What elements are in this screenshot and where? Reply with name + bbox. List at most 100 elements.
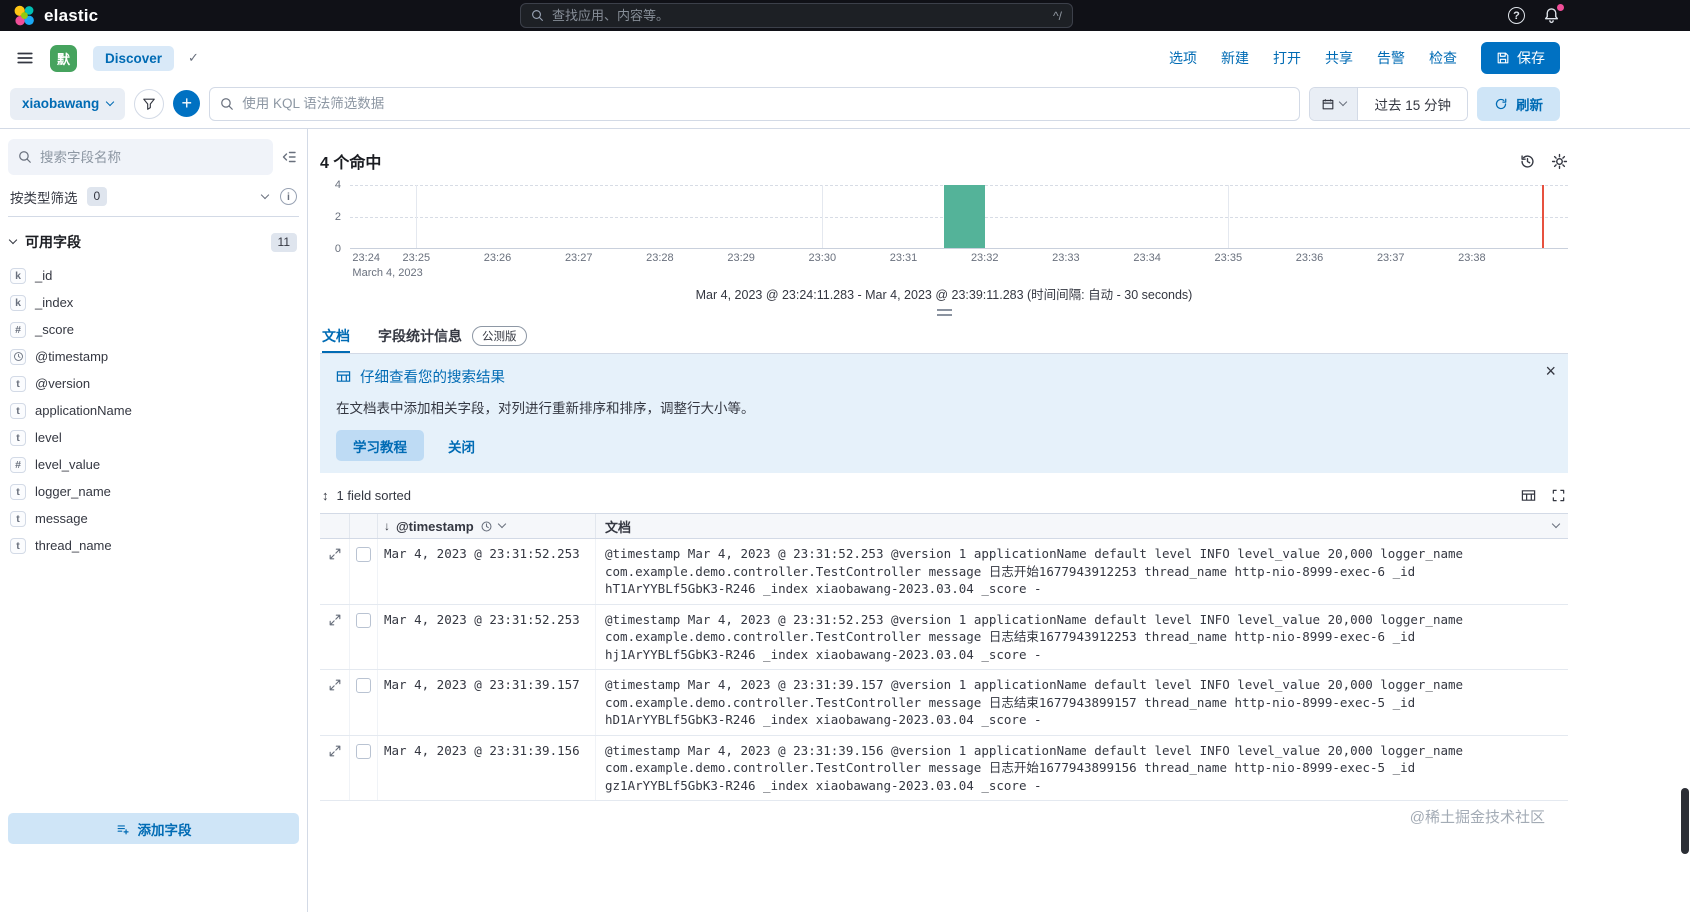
column-header-document[interactable]: 文档	[596, 514, 1568, 538]
tutorial-button[interactable]: 学习教程	[336, 430, 424, 461]
space-avatar[interactable]: 默	[50, 45, 77, 72]
info-icon[interactable]: i	[280, 188, 297, 205]
chart-options-gear-icon[interactable]	[1551, 153, 1568, 170]
document-cell: @timestamp Mar 4, 2023 @ 23:31:39.156 @v…	[596, 736, 1568, 801]
field-type-number-icon: #	[10, 322, 26, 338]
doc-field-value: Mar 4, 2023 @ 23:31:39.157	[688, 677, 884, 692]
refresh-button[interactable]: 刷新	[1477, 87, 1560, 121]
expand-row-icon[interactable]	[328, 613, 342, 670]
nav-action[interactable]: 共享	[1325, 48, 1353, 68]
help-icon[interactable]: ?	[1508, 7, 1525, 24]
sidebar-field[interactable]: tapplicationName	[8, 397, 299, 424]
field-name: _id	[35, 268, 52, 283]
sidebar-field[interactable]: @timestamp	[8, 343, 299, 370]
doc-field-name: thread_name	[1144, 695, 1227, 710]
history-icon[interactable]	[1519, 153, 1536, 170]
breadcrumb-discover[interactable]: Discover	[93, 46, 174, 71]
row-checkbox[interactable]	[356, 613, 371, 628]
sorted-fields-button[interactable]: ↕ 1 field sorted	[322, 488, 411, 503]
doc-field-value: INFO	[1200, 546, 1230, 561]
doc-field-name: _index	[763, 647, 808, 662]
doc-field-value: hD1ArYYBLf5GbK3-R246	[605, 712, 756, 727]
x-axis-tick-label: 23:33	[1052, 252, 1080, 264]
display-options-icon[interactable]	[1521, 488, 1536, 503]
chevron-down-icon	[9, 236, 17, 244]
sidebar-field[interactable]: t@version	[8, 370, 299, 397]
sidebar-field[interactable]: k_index	[8, 289, 299, 316]
field-search-input[interactable]	[40, 139, 263, 175]
add-field-button[interactable]: 添加字段	[8, 813, 299, 844]
x-axis-tick-label: 23:28	[646, 252, 674, 264]
chevron-down-icon	[106, 97, 114, 105]
nav-action[interactable]: 检查	[1429, 48, 1457, 68]
menu-icon[interactable]	[10, 43, 40, 73]
row-checkbox[interactable]	[356, 547, 371, 562]
doc-field-name: level	[1154, 612, 1192, 627]
doc-field-name: @timestamp	[605, 743, 680, 758]
save-button[interactable]: 保存	[1481, 42, 1560, 74]
row-checkbox[interactable]	[356, 744, 371, 759]
sidebar-field[interactable]: tlogger_name	[8, 478, 299, 505]
app-body: 按类型筛选 0 i 可用字段 11 k_idk_index # _score @tim…	[0, 129, 1690, 912]
doc-field-value: com.example.demo.controller.TestControll…	[605, 564, 921, 579]
sidebar-field[interactable]: k_id	[8, 262, 299, 289]
expand-row-icon[interactable]	[328, 678, 342, 735]
nav-action[interactable]: 选项	[1169, 48, 1197, 68]
save-label: 保存	[1517, 48, 1545, 68]
tab-field-statistics[interactable]: 字段统计信息 公测版	[378, 318, 527, 353]
filter-by-type-dropdown[interactable]: 按类型筛选 0	[10, 187, 280, 207]
calendar-button[interactable]	[1310, 88, 1358, 120]
field-name: _score	[35, 322, 74, 337]
sidebar-field[interactable]: tmessage	[8, 505, 299, 532]
doc-field-name: level	[1154, 546, 1192, 561]
data-view-picker[interactable]: xiaobawang	[10, 88, 125, 120]
header-expand-cell	[320, 514, 350, 538]
nav-action[interactable]: 告警	[1377, 48, 1405, 68]
filter-icon-button[interactable]	[134, 89, 164, 119]
x-axis-tick-label: 23:35	[1215, 252, 1243, 264]
search-icon	[220, 97, 234, 111]
field-name: @timestamp	[35, 349, 108, 364]
vertical-scrollbar[interactable]	[1681, 788, 1689, 854]
sidebar-field[interactable]: tlevel	[8, 424, 299, 451]
chart-resize-handle[interactable]	[937, 309, 952, 316]
kql-input[interactable]	[242, 88, 1289, 120]
expand-row-icon[interactable]	[328, 547, 342, 604]
close-icon[interactable]: ×	[1545, 362, 1556, 380]
nav-action[interactable]: 打开	[1273, 48, 1301, 68]
filter-by-type-label: 按类型筛选	[10, 187, 78, 207]
available-fields-header[interactable]: 可用字段 11	[8, 232, 299, 252]
field-name: thread_name	[35, 538, 112, 553]
kql-filter-bar[interactable]	[209, 87, 1300, 121]
tab-documents[interactable]: 文档	[322, 318, 350, 353]
sidebar-field[interactable]: tthread_name	[8, 532, 299, 559]
field-search[interactable]	[8, 139, 273, 175]
fullscreen-icon[interactable]	[1551, 488, 1566, 503]
doc-field-name: applicationName	[974, 612, 1087, 627]
tab-label: 字段统计信息	[378, 326, 462, 346]
global-search-input[interactable]	[552, 4, 1045, 27]
doc-field-value: 1	[959, 612, 967, 627]
global-search[interactable]: ^/	[520, 3, 1073, 28]
expand-row-icon[interactable]	[328, 744, 342, 801]
row-checkbox[interactable]	[356, 678, 371, 693]
doc-field-value: xiaobawang-2023.03.04	[816, 712, 974, 727]
sidebar-field[interactable]: #level_value	[8, 451, 299, 478]
time-range-display[interactable]: 过去 15 分钟	[1358, 88, 1467, 120]
newsfeed-bell-icon[interactable]	[1543, 7, 1560, 24]
doc-field-name: thread_name	[1144, 629, 1227, 644]
collapse-sidebar-icon[interactable]	[279, 147, 299, 167]
add-filter-button[interactable]: +	[173, 90, 200, 117]
table-row: Mar 4, 2023 @ 23:31:39.156@timestamp Mar…	[320, 736, 1568, 802]
select-cell	[350, 539, 378, 604]
dismiss-button[interactable]: 关闭	[448, 436, 475, 456]
sidebar-field[interactable]: # _score	[8, 316, 299, 343]
field-type-date-icon	[10, 349, 26, 365]
select-cell	[350, 670, 378, 735]
doc-field-value: default	[1094, 677, 1147, 692]
nav-action[interactable]: 新建	[1221, 48, 1249, 68]
elastic-logo[interactable]	[12, 4, 36, 28]
column-header-timestamp[interactable]: ↓ @timestamp	[378, 514, 596, 538]
date-picker-group: 过去 15 分钟	[1309, 87, 1468, 121]
histogram-bar[interactable]	[944, 185, 985, 248]
